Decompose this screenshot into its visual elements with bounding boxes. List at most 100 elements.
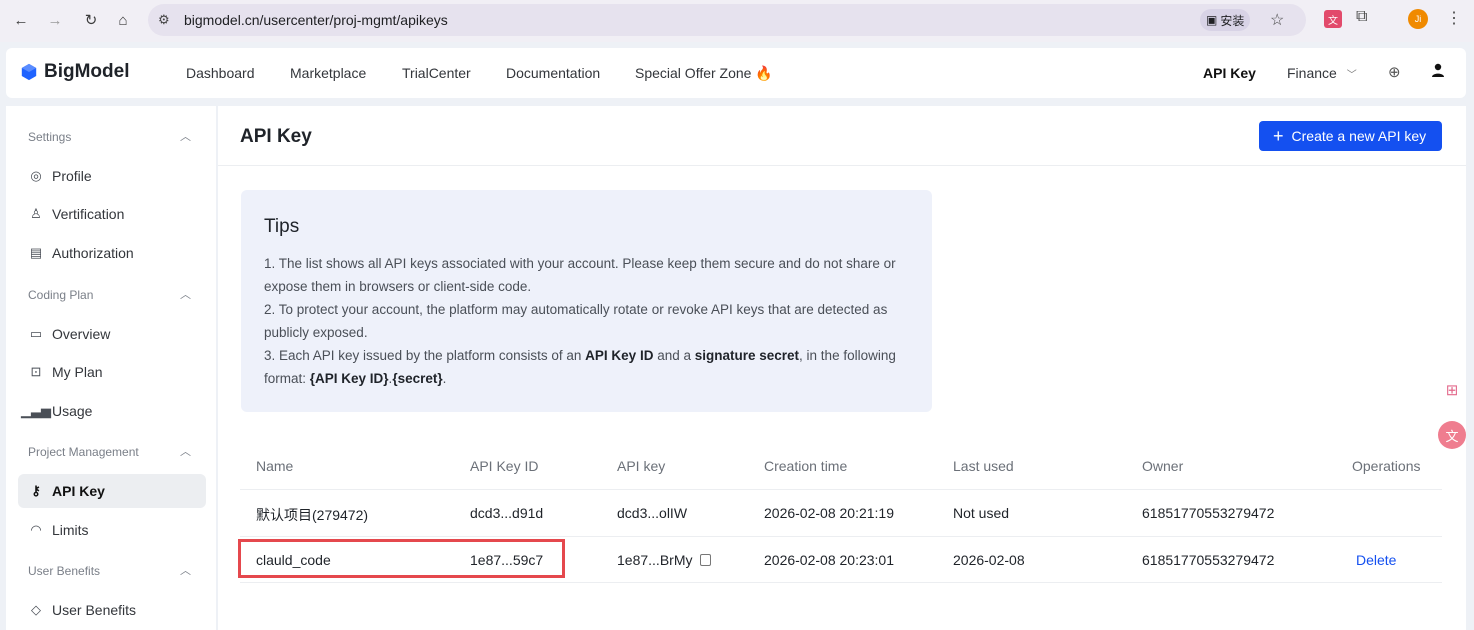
nav-finance-label: Finance [1287,65,1337,81]
cell-api-key: 1e87...BrMy [617,552,712,568]
sidebar-item-user-benefits[interactable]: ◇ User Benefits [18,593,206,627]
tips-bold: signature secret [694,348,800,363]
cell-api-key-id: dcd3...d91d [470,505,544,521]
address-bar[interactable]: ⚙ bigmodel.cn/usercenter/proj-mgmt/apike… [148,4,1306,36]
monitor-icon: ▭ [29,326,43,341]
chevron-up-icon[interactable]: ︿ [180,562,191,578]
gauge-icon: ◠ [30,522,42,537]
globe-icon[interactable]: ⊕ [1388,63,1401,81]
browser-menu-icon[interactable]: ⋮ [1446,8,1462,28]
translate-float-icon[interactable]: 文 [1438,421,1466,449]
api-key-masked-value: 1e87...BrMy [617,552,693,568]
tips-bold: {API Key ID} [309,371,389,386]
page-header: API Key + Create a new API key [218,106,1466,166]
extensions-icon[interactable]: ⧉ [1356,8,1367,26]
delete-link[interactable]: Delete [1356,552,1396,568]
reload-icon[interactable]: ↻ [80,9,102,31]
create-api-key-label: Create a new API key [1291,128,1427,144]
nav-documentation[interactable]: Documentation [506,65,600,81]
forward-arrow-icon[interactable]: → [44,9,66,31]
column-header-api-key: API key [617,458,666,474]
sidebar-item-label: API Key [52,483,105,499]
sidebar-item-my-plan[interactable]: ⊡ My Plan [18,355,206,389]
sidebar: Settings ︿ ◎ Profile ♙ Vertification ▤ A… [6,106,216,630]
nav-dashboard[interactable]: Dashboard [186,65,255,81]
apps-grid-icon[interactable]: ⊞ [1436,374,1468,406]
monitor-icon: ▣ [1206,13,1218,27]
bigmodel-logo-icon [21,63,37,81]
table-row: 默认项目(279472) dcd3...d91d dcd3...olIW 202… [240,489,1442,536]
nav-trialcenter[interactable]: TrialCenter [402,65,471,81]
sidebar-item-label: Profile [52,168,92,184]
tips-line-2: 2. To protect your account, the platform… [264,302,888,340]
install-app-button[interactable]: ▣ 安装 [1200,9,1251,31]
sidebar-section-user-benefits[interactable]: User Benefits [28,564,100,578]
tips-line-3: 3. Each API key issued by the platform c… [264,344,914,390]
sidebar-item-authorization[interactable]: ▤ Authorization [18,236,206,270]
bookmark-star-icon[interactable]: ☆ [1270,10,1284,30]
install-label: 安装 [1220,13,1245,28]
sidebar-section-coding-plan[interactable]: Coding Plan [28,288,93,302]
tips-body: 1. The list shows all API keys associate… [264,252,914,390]
chevron-up-icon[interactable]: ︿ [180,128,191,144]
diamond-icon: ◇ [31,602,41,617]
bar-chart-icon: ▁▃▅ [21,403,51,418]
home-icon[interactable]: ⌂ [112,9,134,31]
document-icon: ▤ [29,245,43,260]
site-settings-icon[interactable]: ⚙ [158,12,170,28]
column-header-name: Name [256,458,294,474]
column-header-operations: Operations [1352,458,1421,474]
user-icon[interactable] [1430,62,1446,78]
logo-text: BigModel [44,61,130,82]
nav-api-key[interactable]: API Key [1203,65,1256,81]
sidebar-item-api-key[interactable]: ⚷ API Key [18,474,206,508]
chevron-up-icon[interactable]: ︿ [180,443,191,459]
sidebar-item-label: Authorization [52,245,134,261]
cell-creation-time: 2026-02-08 20:23:01 [764,552,894,568]
browser-toolbar: ← → ↻ ⌂ ⚙ bigmodel.cn/usercenter/proj-mg… [0,0,1474,42]
translate-extension-icon[interactable]: 文 [1324,10,1342,28]
column-header-creation-time: Creation time [764,458,848,474]
profile-icon: ◎ [30,168,42,183]
logo[interactable]: BigModel [20,61,130,83]
cell-api-key: dcd3...olIW [617,505,688,521]
create-api-key-button[interactable]: + Create a new API key [1259,121,1443,151]
column-header-api-key-id: API Key ID [470,458,539,474]
plus-icon: + [1273,126,1284,146]
highlight-annotation-box [238,539,565,578]
sidebar-item-limits[interactable]: ◠ Limits [18,513,206,547]
sidebar-section-project-management[interactable]: Project Management [28,445,139,459]
cell-owner: 61851770553279472 [1142,505,1275,521]
sidebar-item-label: Overview [52,326,111,342]
box-icon: ⊡ [30,364,42,379]
nav-finance-dropdown[interactable]: Finance ﹀ [1287,65,1357,81]
column-header-last-used: Last used [953,458,1014,474]
tips-text: 3. Each API key issued by the platform c… [264,348,586,363]
sidebar-item-label: My Plan [52,364,103,380]
cell-creation-time: 2026-02-08 20:21:19 [764,505,894,521]
sidebar-item-overview[interactable]: ▭ Overview [18,317,206,351]
back-arrow-icon[interactable]: ← [10,9,32,31]
cell-name: 默认项目(279472) [256,507,369,523]
sidebar-section-settings[interactable]: Settings [28,130,71,144]
page-title: API Key [240,126,312,147]
url-text: bigmodel.cn/usercenter/proj-mgmt/apikeys [184,12,448,28]
chevron-down-icon: ﹀ [1346,70,1357,81]
sidebar-item-vertification[interactable]: ♙ Vertification [18,197,206,231]
copy-icon[interactable] [700,554,712,566]
sidebar-item-label: Usage [52,403,93,419]
chevron-up-icon[interactable]: ︿ [180,286,191,302]
sidebar-item-usage[interactable]: ▁▃▅ Usage [18,394,206,428]
sidebar-item-profile[interactable]: ◎ Profile [18,159,206,193]
tips-line-1: 1. The list shows all API keys associate… [264,256,896,294]
nav-marketplace[interactable]: Marketplace [290,65,366,81]
nav-special-offer-zone[interactable]: Special Offer Zone 🔥 [635,65,773,82]
column-header-owner: Owner [1142,458,1184,474]
tips-title: Tips [264,216,300,237]
tips-text: and a [653,348,695,363]
cell-last-used: 2026-02-08 [953,552,1025,568]
person-icon: ♙ [30,206,42,221]
tips-panel: Tips 1. The list shows all API keys asso… [241,190,932,412]
profile-avatar[interactable]: Ji [1408,9,1428,29]
nav-special-offer-label: Special Offer Zone [635,65,752,81]
